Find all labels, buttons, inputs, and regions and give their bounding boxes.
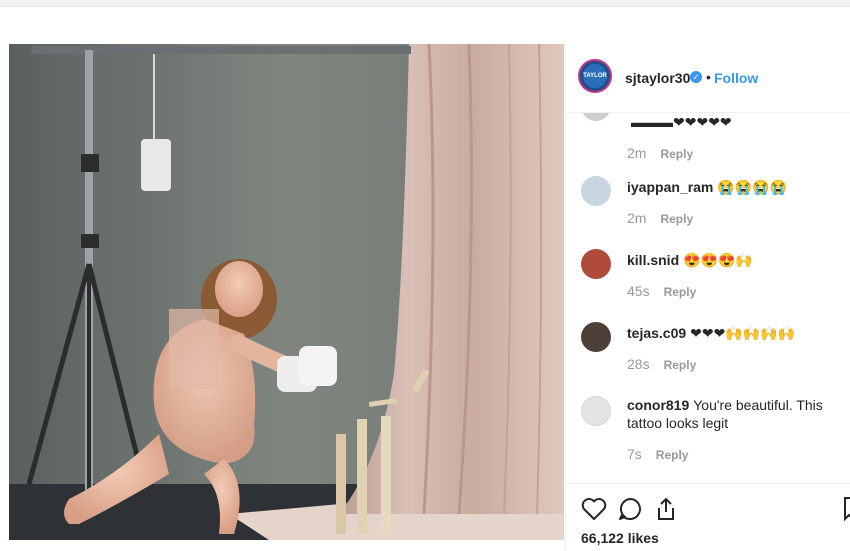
comment-time: 2m: [627, 145, 647, 161]
verified-icon: ✓: [690, 71, 702, 83]
heart-icon[interactable]: [581, 497, 607, 526]
reply-button[interactable]: Reply: [664, 358, 697, 372]
comment-meta: 28s Reply: [627, 356, 696, 372]
post-side-panel: TAYLOR sjtaylor30 ✓ • Follow ⋮ ▬▬▬❤❤❤❤❤ …: [565, 44, 850, 550]
comment-meta: 7s Reply: [627, 446, 688, 462]
comment-time: 7s: [627, 446, 642, 462]
reply-button[interactable]: Reply: [664, 285, 697, 299]
comment-text: tejas.c09 ❤❤❤🙌🙌🙌🙌: [627, 324, 847, 342]
comment-time: 45s: [627, 283, 650, 299]
comment-icon[interactable]: [617, 497, 643, 526]
comment-text: iyappan_ram 😭😭😭😭: [627, 178, 847, 196]
comment-avatar[interactable]: [581, 322, 611, 352]
comment-meta: 2m Reply: [627, 145, 693, 161]
comment-body: ▬▬▬❤❤❤❤❤: [631, 114, 732, 130]
post-actions: 66,122 likes: [566, 483, 850, 551]
comment-text: conor819 You're beautiful. This tattoo lo…: [627, 396, 847, 432]
comment-time: 28s: [627, 356, 650, 372]
likes-count[interactable]: 66,122 likes: [581, 530, 659, 546]
comment-time: 2m: [627, 210, 647, 226]
comments-list[interactable]: ▬▬▬❤❤❤❤❤ 2m Reply iyappan_ram 😭😭😭😭 2m Reply…: [566, 113, 850, 483]
reply-button[interactable]: Reply: [656, 448, 689, 462]
reply-button[interactable]: Reply: [660, 147, 693, 161]
comment-body: 😍😍😍🙌: [683, 252, 753, 268]
more-options-icon[interactable]: ⋮: [844, 66, 850, 83]
photo-illustration: [9, 44, 564, 540]
follow-button[interactable]: Follow: [714, 70, 758, 86]
comment-avatar[interactable]: [581, 249, 611, 279]
comment-username[interactable]: kill.snid: [627, 252, 679, 268]
comment-text: kill.snid 😍😍😍🙌: [627, 251, 847, 269]
share-icon[interactable]: [654, 496, 678, 527]
comment-username[interactable]: tejas.c09: [627, 325, 686, 341]
post-header: TAYLOR sjtaylor30 ✓ • Follow ⋮: [566, 44, 850, 113]
reply-button[interactable]: Reply: [660, 212, 693, 226]
bookmark-icon[interactable]: [843, 496, 850, 527]
separator-dot: •: [706, 69, 711, 85]
author-username[interactable]: sjtaylor30: [625, 70, 690, 86]
comment-meta: 2m Reply: [627, 210, 693, 226]
comment-avatar[interactable]: [581, 113, 611, 121]
comment-username[interactable]: iyappan_ram: [627, 179, 713, 195]
comment-body: ❤❤❤🙌🙌🙌🙌: [690, 325, 796, 341]
post-photo[interactable]: [9, 44, 564, 540]
comment-avatar[interactable]: [581, 176, 611, 206]
author-avatar-label: TAYLOR: [583, 64, 607, 88]
comment-body: 😭😭😭😭: [717, 179, 788, 195]
comment-meta: 45s Reply: [627, 283, 696, 299]
author-avatar[interactable]: TAYLOR: [578, 59, 612, 93]
comment-text: ▬▬▬❤❤❤❤❤: [627, 113, 847, 131]
comment-avatar[interactable]: [581, 396, 611, 426]
browser-top-strip: [0, 0, 850, 7]
comment-username[interactable]: conor819: [627, 397, 689, 413]
